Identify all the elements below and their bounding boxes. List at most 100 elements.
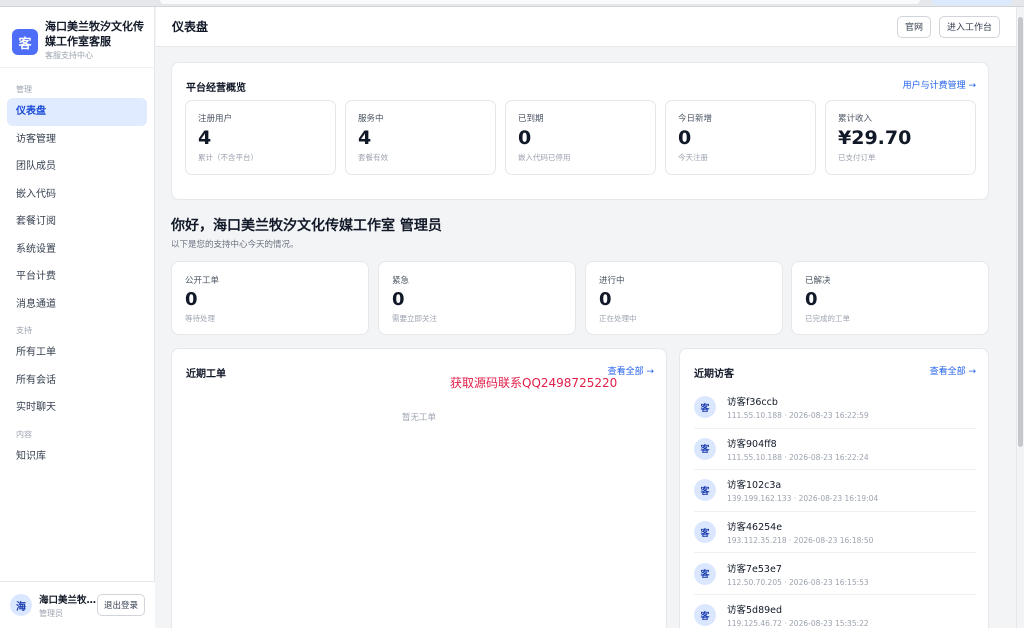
list-item[interactable]: 客 访客5d89ed 119.125.46.72 · 2026-08-23 15…	[694, 595, 976, 628]
stat-new-today: 今日新增 0 今天注册	[665, 100, 816, 175]
stat-desc: 嵌入代码已停用	[518, 153, 571, 162]
watermark-text: 获取源码联系QQ2498725220	[450, 376, 618, 390]
brand-subtitle: 客服支持中心	[45, 51, 93, 60]
visitor-avatar: 客	[694, 479, 716, 502]
stat-value: 0	[805, 289, 818, 310]
stat-label: 紧急	[392, 276, 410, 286]
logout-button[interactable]: 退出登录	[96, 594, 145, 616]
stat-value: 0	[678, 127, 692, 149]
user-name: 海口美兰牧...	[39, 594, 97, 606]
view-all-visitors-link[interactable]: 查看全部 →	[930, 364, 976, 377]
visitor-meta: 111.55.10.188 · 2026-08-23 16:22:59	[727, 411, 869, 421]
stat-label: 已到期	[518, 114, 544, 124]
sidebar-item-knowledge-base[interactable]: 知识库	[7, 443, 147, 471]
sidebar-item-embed-code[interactable]: 嵌入代码	[7, 181, 147, 209]
scrollbar[interactable]	[1016, 7, 1024, 628]
list-item[interactable]: 客 访客904ff8 111.55.10.188 · 2026-08-23 16…	[694, 429, 976, 471]
sidebar-item-billing[interactable]: 平台计费	[7, 263, 147, 291]
ticket-stat-urgent: 紧急 0 需要立即关注	[378, 261, 576, 335]
visitor-avatar: 客	[694, 562, 716, 585]
sidebar-item-settings[interactable]: 系统设置	[7, 236, 147, 264]
sidebar-item-tickets[interactable]: 所有工单	[7, 339, 147, 367]
list-item[interactable]: 客 访客7e53e7 112.50.70.205 · 2026-08-23 16…	[694, 553, 976, 595]
visitor-name: 访客46254e	[727, 522, 783, 534]
visitor-name: 访客f36ccb	[727, 397, 778, 409]
visitor-avatar: 客	[694, 521, 716, 544]
sidebar-item-live-chat[interactable]: 实时聊天	[7, 394, 147, 422]
visitor-list: 客 访客f36ccb 111.55.10.188 · 2026-08-23 16…	[694, 387, 976, 628]
stat-value: 0	[392, 289, 405, 310]
list-item[interactable]: 客 访客f36ccb 111.55.10.188 · 2026-08-23 16…	[694, 387, 976, 429]
recent-tickets-title: 近期工单	[186, 369, 226, 380]
stat-desc: 已完成的工单	[805, 314, 850, 323]
section-label-support: 支持	[16, 326, 32, 335]
sidebar-item-visitors[interactable]: 访客管理	[7, 126, 147, 154]
stat-value: 4	[198, 127, 212, 149]
sidebar-item-conversations[interactable]: 所有会话	[7, 367, 147, 395]
stat-registered-users: 注册用户 4 累计（不含平台）	[185, 100, 336, 175]
user-role: 管理员	[39, 608, 63, 618]
stat-desc: 已支付订单	[838, 153, 876, 162]
stat-in-service: 服务中 4 套餐有效	[345, 100, 496, 175]
section-label-manage: 管理	[16, 85, 32, 94]
avatar: 海	[10, 594, 32, 616]
visitor-name: 访客904ff8	[727, 438, 777, 450]
stat-label: 公开工单	[185, 276, 220, 286]
stat-desc: 等待处理	[185, 314, 215, 323]
stat-value: 0	[518, 127, 532, 149]
recent-visitors-card: 近期访客 查看全部 → 客 访客f36ccb 111.55.10.188 · 2…	[679, 348, 989, 628]
scrollbar-thumb[interactable]	[1018, 17, 1023, 447]
billing-management-link[interactable]: 用户与计费管理 →	[903, 78, 976, 91]
stat-value: 0	[185, 289, 198, 310]
stat-expired: 已到期 0 嵌入代码已停用	[505, 100, 656, 175]
stat-label: 已解决	[805, 276, 831, 286]
ticket-stat-open: 公开工单 0 等待处理	[171, 261, 369, 335]
enter-workspace-button[interactable]: 进入工作台	[938, 15, 1000, 38]
visitor-meta: 111.55.10.188 · 2026-08-23 16:22:24	[727, 452, 869, 462]
stat-label: 累计收入	[838, 114, 873, 124]
sidebar-item-subscription[interactable]: 套餐订阅	[7, 208, 147, 236]
ticket-stat-in-progress: 进行中 0 正在处理中	[585, 261, 783, 335]
browser-top-strip	[0, 0, 1024, 7]
list-item[interactable]: 客 访客102c3a 139.199.162.133 · 2026-08-23 …	[694, 470, 976, 512]
sidebar-item-channels[interactable]: 消息通道	[7, 291, 147, 319]
visitor-avatar: 客	[694, 396, 716, 419]
stat-value: 4	[358, 127, 372, 149]
platform-overview-card: 平台经营概览 用户与计费管理 → 注册用户 4 累计（不含平台） 服务中 4 套…	[171, 62, 989, 200]
official-site-button[interactable]: 官网	[896, 15, 931, 38]
visitor-name: 访客7e53e7	[727, 563, 782, 575]
stat-value: ¥29.70	[838, 127, 912, 149]
overview-title: 平台经营概览	[186, 83, 246, 94]
sidebar-item-dashboard[interactable]: 仪表盘	[7, 98, 147, 126]
address-bar-edge	[160, 0, 920, 4]
page-title: 仪表盘	[172, 20, 209, 34]
visitor-meta: 139.199.162.133 · 2026-08-23 16:19:04	[727, 494, 879, 504]
list-item[interactable]: 客 访客46254e 193.112.35.218 · 2026-08-23 1…	[694, 512, 976, 554]
greeting-title: 你好，海口美兰牧汐文化传媒工作室 管理员	[171, 218, 442, 234]
visitor-name: 访客5d89ed	[727, 605, 783, 617]
brand-name: 海口美兰牧汐文化传媒工作室客服	[45, 20, 144, 48]
page-header: 仪表盘 官网 进入工作台	[156, 7, 1016, 47]
visitor-avatar: 客	[694, 437, 716, 460]
stat-label: 进行中	[599, 276, 625, 286]
visitor-avatar: 客	[694, 604, 716, 627]
stat-desc: 需要立即关注	[392, 314, 437, 323]
stat-total-revenue: 累计收入 ¥29.70 已支付订单	[825, 100, 976, 175]
stat-desc: 正在处理中	[599, 314, 637, 323]
sidebar-item-team[interactable]: 团队成员	[7, 153, 147, 181]
sidebar: 客 海口美兰牧汐文化传媒工作室客服 客服支持中心 管理 仪表盘 访客管理 团队成…	[0, 7, 155, 628]
stat-value: 0	[599, 289, 612, 310]
visitor-name: 访客102c3a	[727, 480, 782, 492]
visitor-meta: 112.50.70.205 · 2026-08-23 16:15:53	[727, 577, 869, 587]
user-panel: 海 海口美兰牧... 管理员 退出登录	[0, 581, 155, 628]
empty-state: 暂无工单	[401, 413, 436, 423]
recent-visitors-title: 近期访客	[694, 369, 734, 380]
tab-edge	[932, 0, 1012, 5]
stat-label: 今日新增	[678, 114, 713, 124]
section-label-content: 内容	[16, 429, 32, 439]
greeting-subtitle: 以下是您的支持中心今天的情况。	[171, 240, 299, 250]
stat-desc: 累计（不含平台）	[198, 153, 258, 162]
greeting: 你好，海口美兰牧汐文化传媒工作室 管理员 以下是您的支持中心今天的情况。	[171, 215, 442, 250]
ticket-stat-resolved: 已解决 0 已完成的工单	[791, 261, 989, 335]
stat-label: 服务中	[358, 114, 384, 124]
